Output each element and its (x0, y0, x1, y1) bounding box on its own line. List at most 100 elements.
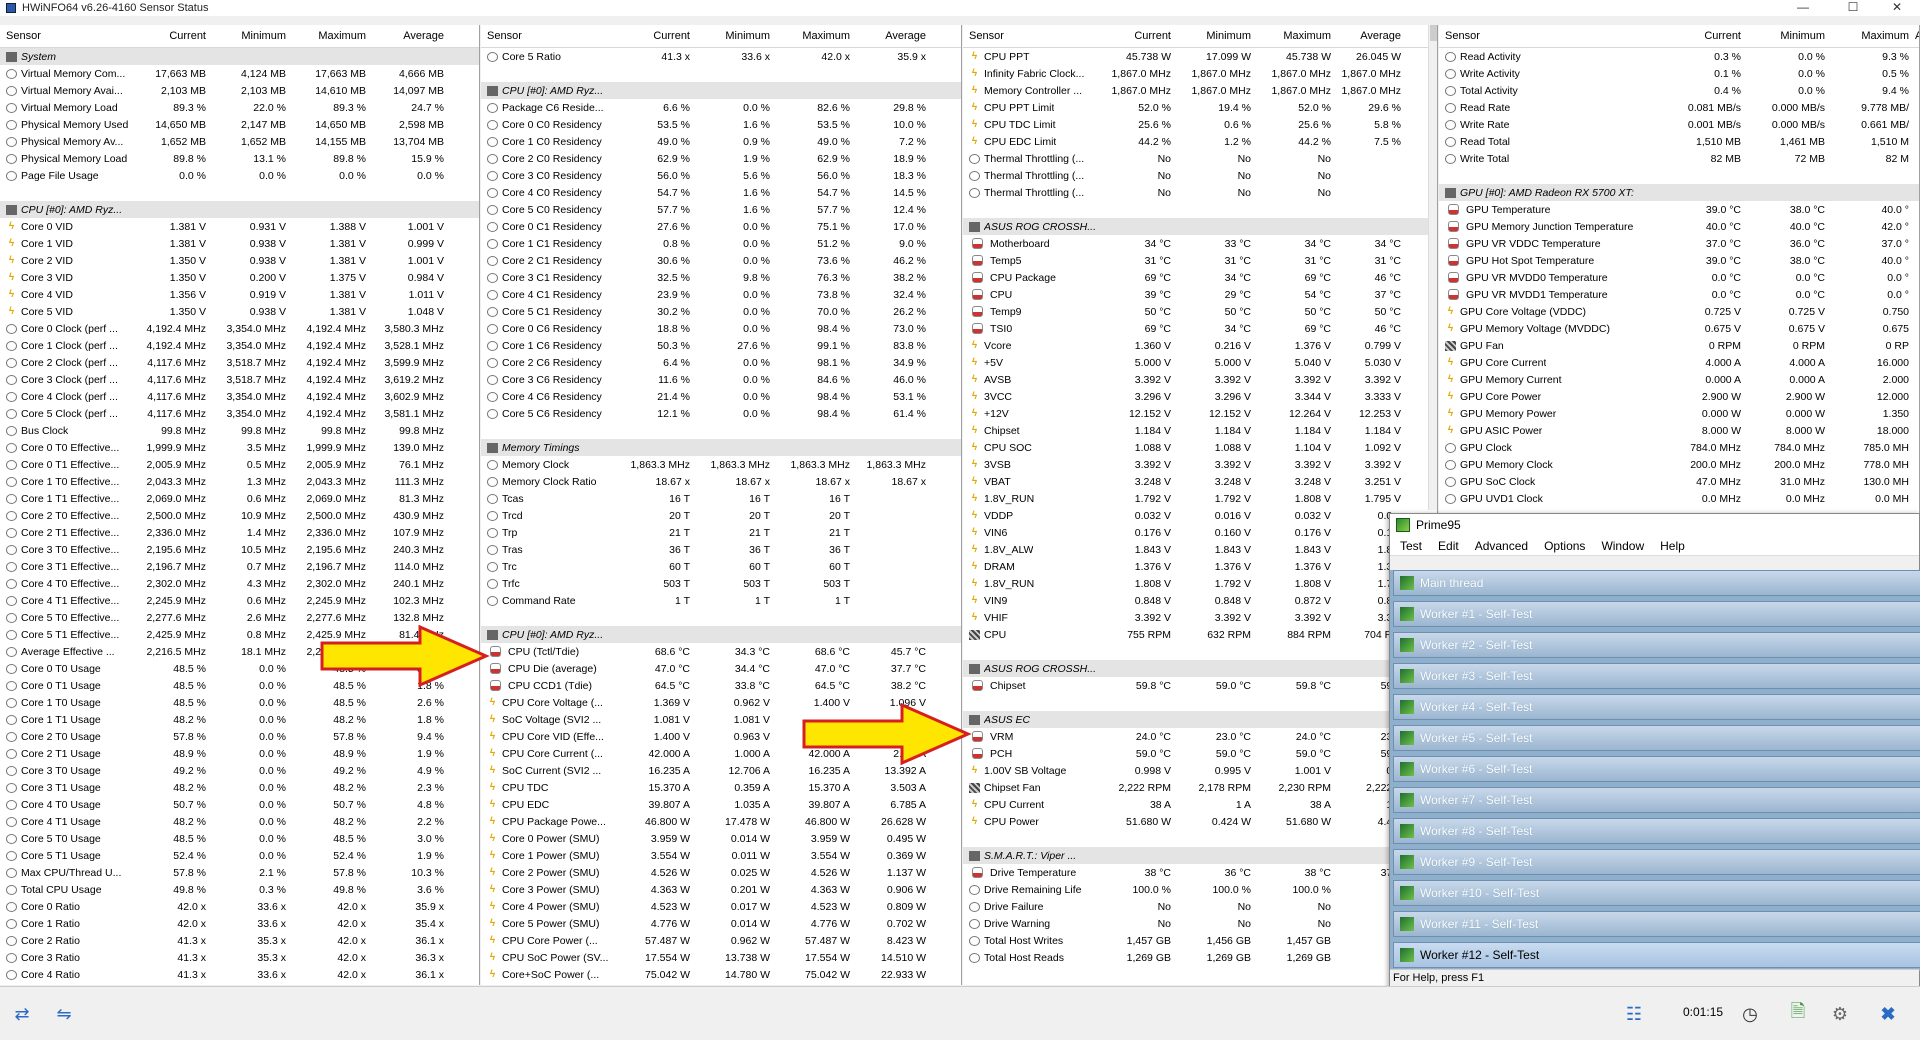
sensor-row[interactable]: Core 0 C1 Residency 27.6 % 0.0 % 75.1 % 17.0… (481, 218, 961, 235)
sensor-row[interactable]: Thermal Throttling (... No No No (963, 167, 1437, 184)
group-header[interactable]: ASUS EC (963, 711, 1437, 728)
sensor-row[interactable]: Write Total 82 MB 72 MB 82 M (1439, 150, 1919, 167)
sensor-row[interactable]: ϟ Core 1 VID 1.381 V 0.938 V 1.381 V 0.999 V (0, 235, 479, 252)
sensor-row[interactable]: GPU Memory Clock 200.0 MHz 200.0 MHz 778.0 … (1439, 456, 1919, 473)
header-average[interactable]: Average (1915, 30, 1919, 42)
header-average[interactable]: Average (856, 30, 932, 42)
sensor-row[interactable]: Core 2 Ratio 41.3 x 35.3 x 42.0 x 36.1 x (0, 932, 479, 949)
header-sensor[interactable]: Sensor (1439, 30, 1667, 42)
header-minimum[interactable]: Minimum (696, 30, 776, 42)
header-sensor[interactable]: Sensor (963, 30, 1097, 42)
sensor-row[interactable]: ϟ VBAT 3.248 V 3.248 V 3.248 V 3.251 V (963, 473, 1437, 490)
sensor-row[interactable]: Core 3 C0 Residency 56.0 % 5.6 % 56.0 % 18.3… (481, 167, 961, 184)
vertical-scrollbar[interactable] (1428, 25, 1437, 510)
sensor-row[interactable]: ϟ Core 3 Power (SMU) 4.363 W 0.201 W 4.363 W… (481, 881, 961, 898)
group-header[interactable]: CPU [#0]: AMD Ryz... (481, 82, 961, 99)
sensor-row[interactable]: Tras 36 T 36 T 36 T (481, 541, 961, 558)
sensor-row[interactable]: Core 0 C0 Residency 53.5 % 1.6 % 53.5 % 10.0… (481, 116, 961, 133)
sensor-row[interactable]: Command Rate 1 T 1 T 1 T (481, 592, 961, 609)
sensor-row[interactable]: ϟ GPU ASIC Power 8.000 W 8.000 W 18.000 (1439, 422, 1919, 439)
worker-item[interactable]: Main thread (1393, 570, 1920, 596)
worker-item[interactable]: Worker #3 - Self-Test (1393, 663, 1920, 689)
sensor-row[interactable]: ϟ Core 3 VID 1.350 V 0.200 V 1.375 V 0.984 V (0, 269, 479, 286)
worker-item[interactable]: Worker #8 - Self-Test (1393, 818, 1920, 844)
worker-item[interactable]: Worker #9 - Self-Test (1393, 849, 1920, 875)
sensor-row[interactable]: Core 4 T1 Effective... 2,245.9 MHz 0.6 MHz… (0, 592, 479, 609)
group-header[interactable]: System (0, 48, 479, 65)
sensor-row[interactable]: Core 5 T1 Usage 52.4 % 0.0 % 52.4 % 1.9 % (0, 847, 479, 864)
sensor-row[interactable]: Core 2 C0 Residency 62.9 % 1.9 % 62.9 % 18.9… (481, 150, 961, 167)
sensor-row[interactable]: Max CPU/Thread U... 57.8 % 2.1 % 57.8 % 10.3… (0, 864, 479, 881)
sensor-row[interactable]: Virtual Memory Com... 17,663 MB 4,124 MB 17… (0, 65, 479, 82)
header-current[interactable]: Current (134, 30, 212, 42)
header-minimum[interactable]: Minimum (1747, 30, 1831, 42)
header-current[interactable]: Current (1097, 30, 1177, 42)
sensor-row[interactable]: Virtual Memory Avai... 2,103 MB 2,103 MB 14… (0, 82, 479, 99)
sensor-row[interactable]: Core 0 Clock (perf ... 4,192.4 MHz 3,354.0… (0, 320, 479, 337)
close-button[interactable]: ✕ (1874, 0, 1920, 14)
sensor-row[interactable]: Core 5 T0 Usage 48.5 % 0.0 % 48.5 % 3.0 % (0, 830, 479, 847)
menu-advanced[interactable]: Advanced (1469, 539, 1538, 553)
header-average[interactable]: Average (372, 30, 450, 42)
sensor-row[interactable]: Total Host Reads 1,269 GB 1,269 GB 1,269 GB (963, 949, 1437, 966)
sensor-row[interactable]: ϟ Core 4 Power (SMU) 4.523 W 0.017 W 4.523 W… (481, 898, 961, 915)
sensor-row[interactable]: Core 5 T0 Effective... 2,277.6 MHz 2.6 MHz… (0, 609, 479, 626)
network-icon[interactable]: ☷ (1616, 997, 1652, 1031)
sensor-row[interactable]: Page File Usage 0.0 % 0.0 % 0.0 % 0.0 % (0, 167, 479, 184)
sensor-row[interactable]: Core 2 Clock (perf ... 4,117.6 MHz 3,518.7… (0, 354, 479, 371)
sensor-row[interactable]: Core 4 Clock (perf ... 4,117.6 MHz 3,354.0… (0, 388, 479, 405)
sensor-row[interactable]: Core 2 T0 Usage 57.8 % 0.0 % 57.8 % 9.4 % (0, 728, 479, 745)
sensor-row[interactable]: ϟCPU Current38 A1 A38 A1... (963, 796, 1437, 813)
sensor-row[interactable]: Core 3 C1 Residency 32.5 % 9.8 % 76.3 % 38.2… (481, 269, 961, 286)
sensor-row[interactable]: Core 3 C6 Residency 11.6 % 0.0 % 84.6 % 46.0… (481, 371, 961, 388)
sensor-row[interactable]: Core 0 C6 Residency 18.8 % 0.0 % 98.4 % 73.0… (481, 320, 961, 337)
sensor-row[interactable]: Core 4 C1 Residency 23.9 % 0.0 % 73.8 % 32.4… (481, 286, 961, 303)
sensor-row[interactable]: Core 2 C6 Residency 6.4 % 0.0 % 98.1 % 34.9 … (481, 354, 961, 371)
menu-edit[interactable]: Edit (1432, 539, 1469, 553)
sensor-row[interactable]: Thermal Throttling (... No No No (963, 150, 1437, 167)
sensor-row[interactable]: Physical Memory Used 14,650 MB 2,147 MB 14,… (0, 116, 479, 133)
sensor-row[interactable]: ϟCPU Power51.680 W0.424 W51.680 W4.4... (963, 813, 1437, 830)
sensor-row[interactable]: Virtual Memory Load 89.3 % 22.0 % 89.3 % 24.… (0, 99, 479, 116)
group-header[interactable]: CPU [#0]: AMD Ryz... (0, 201, 479, 218)
group-header[interactable]: Memory Timings (481, 439, 961, 456)
header-minimum[interactable]: Minimum (212, 30, 292, 42)
group-header[interactable]: CPU [#0]: AMD Ryz... (481, 626, 961, 643)
sensor-row[interactable]: Core 1 C6 Residency 50.3 % 27.6 % 99.1 % 83.… (481, 337, 961, 354)
sensor-row[interactable]: VRM24.0 °C23.0 °C24.0 °C23... (963, 728, 1437, 745)
sensor-row[interactable]: Trp 21 T 21 T 21 T (481, 524, 961, 541)
header-sensor[interactable]: Sensor (481, 30, 618, 42)
menu-window[interactable]: Window (1595, 539, 1654, 553)
sensor-row[interactable]: Core 4 C0 Residency 54.7 % 1.6 % 54.7 % 14.5… (481, 184, 961, 201)
header-minimum[interactable]: Minimum (1177, 30, 1257, 42)
sensor-row[interactable]: Total Host Writes 1,457 GB 1,456 GB 1,457 G… (963, 932, 1437, 949)
worker-item[interactable]: Worker #4 - Self-Test (1393, 694, 1920, 720)
sensor-row[interactable]: ϟ Infinity Fabric Clock... 1,867.0 MHz 1,86… (963, 65, 1437, 82)
sensor-row[interactable]: Core 1 C1 Residency 0.8 % 0.0 % 51.2 % 9.0 % (481, 235, 961, 252)
sensor-row[interactable]: GPU SoC Clock 47.0 MHz 31.0 MHz 130.0 MH (1439, 473, 1919, 490)
sensor-row[interactable]: ϟ CPU Package Powe... 46.800 W 17.478 W 46.8… (481, 813, 961, 830)
sensor-row[interactable]: Drive Failure No No No (963, 898, 1437, 915)
sensor-row[interactable]: Temp5 31 °C 31 °C 31 °C 31 °C (963, 252, 1437, 269)
sensor-row[interactable]: ϟ GPU Core Voltage (VDDC) 0.725 V 0.725 V 0.… (1439, 303, 1919, 320)
sensor-row[interactable]: Drive Warning No No No (963, 915, 1437, 932)
sensor-row[interactable]: GPU Clock 784.0 MHz 784.0 MHz 785.0 MH (1439, 439, 1919, 456)
minimize-button[interactable]: — (1780, 0, 1826, 14)
sensor-row[interactable]: Motherboard 34 °C 33 °C 34 °C 34 °C (963, 235, 1437, 252)
sensor-row[interactable]: ϟ1.8V_ALW1.843 V1.843 V1.843 V1.8... (963, 541, 1437, 558)
sensor-row[interactable]: Trc 60 T 60 T 60 T (481, 558, 961, 575)
menu-options[interactable]: Options (1538, 539, 1595, 553)
sensor-row[interactable]: Core 5 C0 Residency 57.7 % 1.6 % 57.7 % 12.4… (481, 201, 961, 218)
header-maximum[interactable]: Maximum (776, 30, 856, 42)
sensor-row[interactable]: Trfc 503 T 503 T 503 T (481, 575, 961, 592)
sensor-row[interactable]: Core 1 T0 Effective... 2,043.3 MHz 1.3 MHz… (0, 473, 479, 490)
sensor-row[interactable]: ϟ GPU Memory Current 0.000 A 0.000 A 2.000 (1439, 371, 1919, 388)
sensor-row[interactable]: Read Total 1,510 MB 1,461 MB 1,510 M (1439, 133, 1919, 150)
sensor-row[interactable]: ϟ 3VSB 3.392 V 3.392 V 3.392 V 3.392 V (963, 456, 1437, 473)
sensor-row[interactable]: Core 1 T1 Usage 48.2 % 0.0 % 48.2 % 1.8 % (0, 711, 479, 728)
sensor-row[interactable]: Core 3 T1 Effective... 2,196.7 MHz 0.7 MHz… (0, 558, 479, 575)
worker-item[interactable]: Worker #1 - Self-Test (1393, 601, 1920, 627)
sensor-row[interactable]: CPU Die (average) 47.0 °C 34.4 °C 47.0 °C 37… (481, 660, 961, 677)
sensor-row[interactable]: GPU VR VDDC Temperature 37.0 °C 36.0 °C 37.… (1439, 235, 1919, 252)
sensor-row[interactable]: Core 2 T0 Effective... 2,500.0 MHz 10.9 MH… (0, 507, 479, 524)
